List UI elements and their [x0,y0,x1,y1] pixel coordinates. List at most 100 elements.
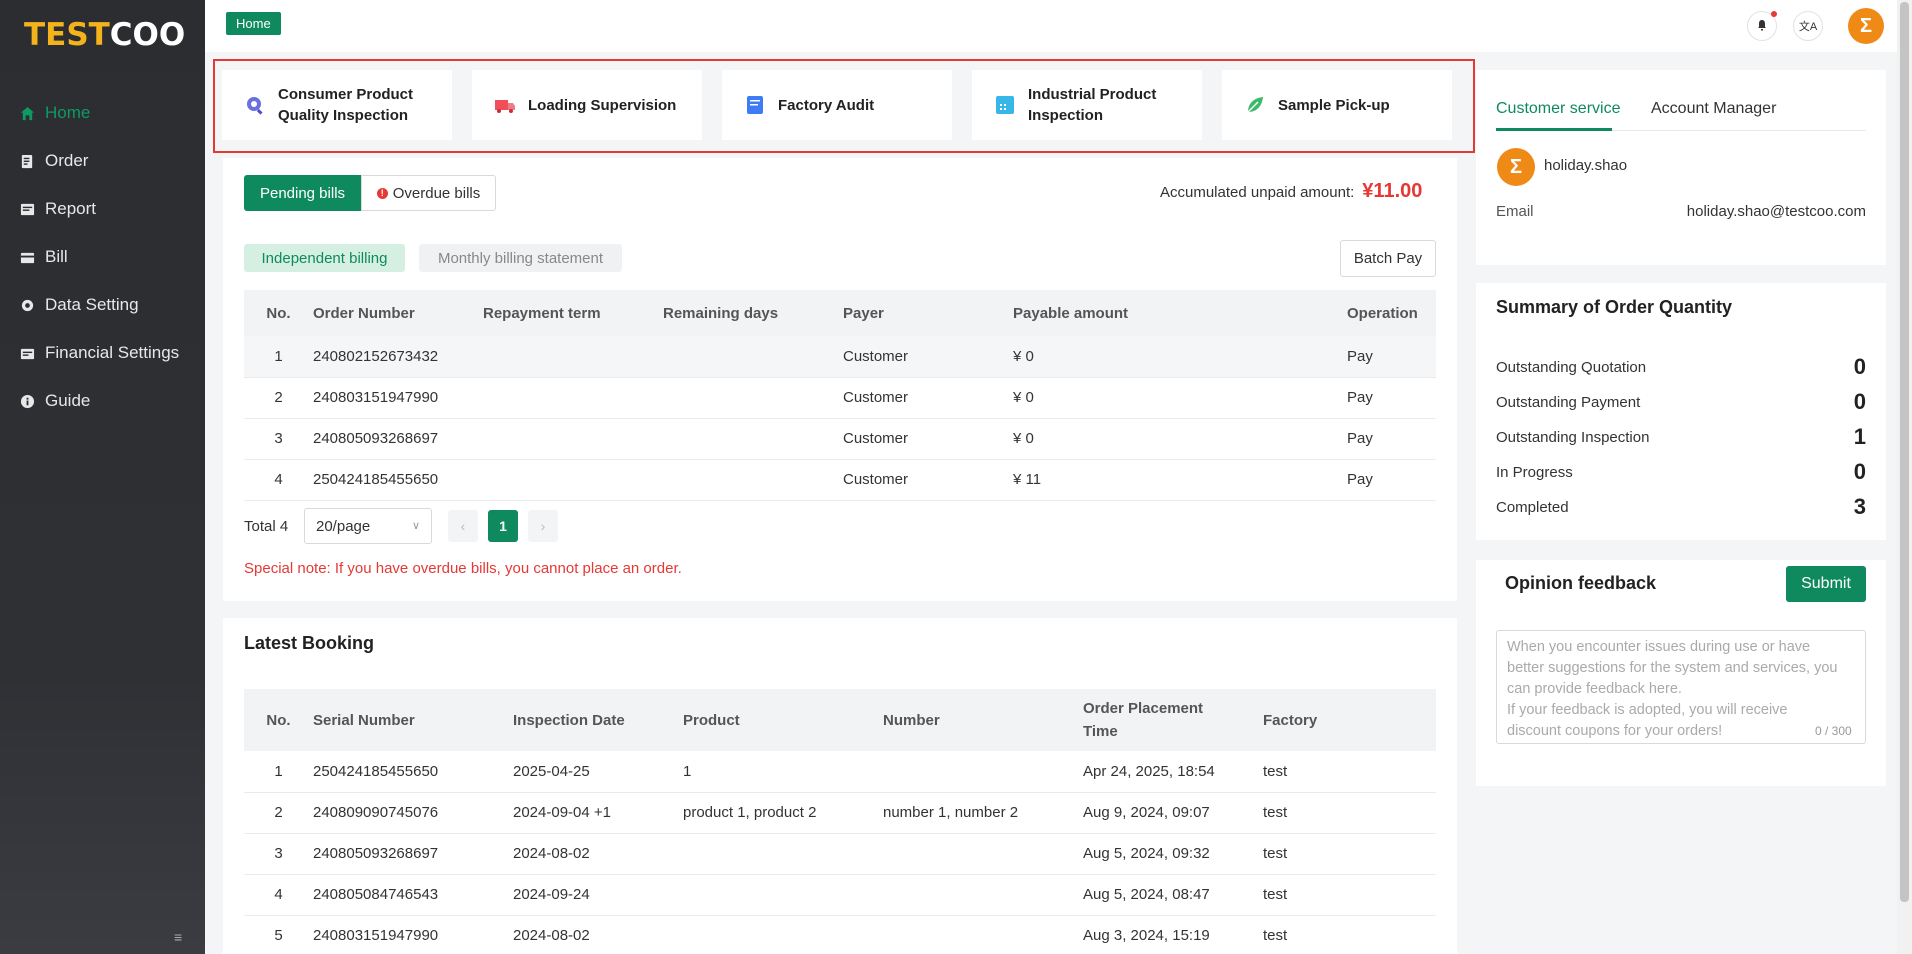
notification-button[interactable] [1747,11,1777,41]
sidebar-item-label: Guide [45,391,91,410]
feedback-char-count: 0 / 300 [1815,724,1852,738]
service-label-line2: Inspection [1028,107,1104,124]
serial-number-link[interactable]: 240805093268697 [313,833,513,875]
product: 1 [683,751,883,793]
summary-label: Outstanding Inspection [1496,428,1650,446]
col-inspection-date: Inspection Date [513,689,683,751]
scrollbar-thumb[interactable] [1900,2,1909,902]
row-no: 5 [244,915,313,954]
industrial-icon [994,94,1016,116]
notification-dot [1771,11,1777,17]
serial-number-link[interactable]: 240805084746543 [313,874,513,916]
sidebar-item-label: Bill [45,247,68,266]
feedback-placeholder-line: better suggestions for the system and se… [1507,660,1838,676]
col-factory: Factory [1263,689,1436,751]
breadcrumb-home-tag[interactable]: Home [226,12,281,35]
accumulated-unpaid-label: Accumulated unpaid amount: [1160,184,1355,201]
sidebar-item-bill[interactable]: Bill [0,233,205,281]
pay-link[interactable]: Pay [1347,459,1436,501]
testcoo-logo[interactable]: TESTCOO [24,17,185,53]
page-1-button[interactable]: 1 [488,510,518,542]
row-no: 4 [244,459,313,501]
language-button[interactable]: 文A [1793,11,1823,41]
serial-number-link[interactable]: 240809090745076 [313,792,513,834]
monthly-billing-filter[interactable]: Monthly billing statement [419,244,622,272]
page-size-select[interactable]: 20/page ∨ [304,508,432,544]
order-number-link[interactable]: 250424185455650 [313,459,483,501]
service-label-line1: Industrial Product [1028,86,1157,103]
product [683,833,883,875]
tab-customer-service[interactable]: Customer service [1496,100,1620,118]
col-serial-number: Serial Number [313,689,513,751]
serial-number-link[interactable]: 250424185455650 [313,751,513,793]
summary-row: Outstanding Inspection 1 [1496,420,1866,454]
table-row: 5 240803151947990 2024-08-02 Aug 3, 2024… [244,915,1436,954]
service-label-line1: Consumer Product [278,86,414,103]
pending-bills-tab[interactable]: Pending bills [244,175,361,211]
pay-link[interactable]: Pay [1347,377,1436,419]
pay-link[interactable]: Pay [1347,418,1436,460]
menu-toggle-icon[interactable]: ≡ [174,930,190,944]
sidebar-item-label: Data Setting [45,295,139,314]
payer: Customer [843,377,1013,419]
row-no: 2 [244,377,313,419]
col-no: No. [244,290,313,336]
prev-page-button[interactable]: ‹ [448,510,478,542]
submit-feedback-button[interactable]: Submit [1786,566,1866,602]
number [883,751,1083,793]
remaining-days [663,336,843,378]
user-avatar[interactable]: Σ [1848,8,1884,44]
order-number-link[interactable]: 240805093268697 [313,418,483,460]
summary-label: Outstanding Quotation [1496,358,1647,376]
feedback-placeholder-line: discount coupons for your orders! [1507,723,1723,739]
sidebar-item-data-setting[interactable]: Data Setting [0,281,205,329]
table-row: 3 240805093268697 2024-08-02 Aug 5, 2024… [244,833,1436,875]
remaining-days [663,459,843,501]
payable-amount: ¥ 0 [1013,418,1347,460]
col-repayment-term: Repayment term [483,290,663,336]
home-icon [20,106,35,121]
service-consumer-product-inspection[interactable]: Consumer Product Quality Inspection [222,70,452,140]
payable-amount: ¥ 11 [1013,459,1347,501]
sidebar-item-label: Home [45,103,91,122]
sidebar-item-report[interactable]: Report [0,185,205,233]
service-industrial-product-inspection[interactable]: Industrial Product Inspection [972,70,1202,140]
col-number: Number [883,689,1083,751]
summary-row: Outstanding Quotation 0 [1496,350,1866,384]
service-label: Loading Supervision [528,96,677,114]
col-operation: Operation [1347,290,1436,336]
summary-value: 1 [1853,424,1866,449]
order-number-link[interactable]: 240802152673432 [313,336,483,378]
email-value[interactable]: holiday.shao@testcoo.com [1687,203,1866,220]
next-page-button[interactable]: › [528,510,558,542]
payer: Customer [843,336,1013,378]
sidebar-item-guide[interactable]: Guide [0,377,205,425]
bill-icon [20,250,35,265]
independent-billing-filter[interactable]: Independent billing [244,244,405,272]
sidebar-item-home[interactable]: Home [0,89,205,137]
service-factory-audit[interactable]: Factory Audit [722,70,952,140]
batch-pay-button[interactable]: Batch Pay [1340,240,1436,277]
service-loading-supervision[interactable]: Loading Supervision [472,70,702,140]
order-number-link[interactable]: 240803151947990 [313,377,483,419]
row-no: 4 [244,874,313,916]
col-order-placement-time: Order Placement Time [1083,689,1263,751]
overdue-bills-tab[interactable]: ! Overdue bills [361,175,496,211]
pay-link[interactable]: Pay [1347,336,1436,378]
service-sample-pick-up[interactable]: Sample Pick-up [1222,70,1452,140]
factory: test [1263,874,1436,916]
payable-amount: ¥ 0 [1013,377,1347,419]
feedback-title: Opinion feedback [1505,573,1657,593]
repayment-term [483,377,663,419]
financial-icon [20,346,35,361]
product: product 1, product 2 [683,792,883,834]
sidebar-item-financial-settings[interactable]: Financial Settings [0,329,205,377]
product [683,874,883,916]
summary-row: Outstanding Payment 0 [1496,385,1866,419]
email-label: Email [1496,203,1534,220]
feedback-textarea[interactable]: When you encounter issues during use or … [1496,630,1866,744]
payer: Customer [843,418,1013,460]
sidebar-item-order[interactable]: Order [0,137,205,185]
serial-number-link[interactable]: 240803151947990 [313,915,513,954]
tab-account-manager[interactable]: Account Manager [1651,100,1776,118]
